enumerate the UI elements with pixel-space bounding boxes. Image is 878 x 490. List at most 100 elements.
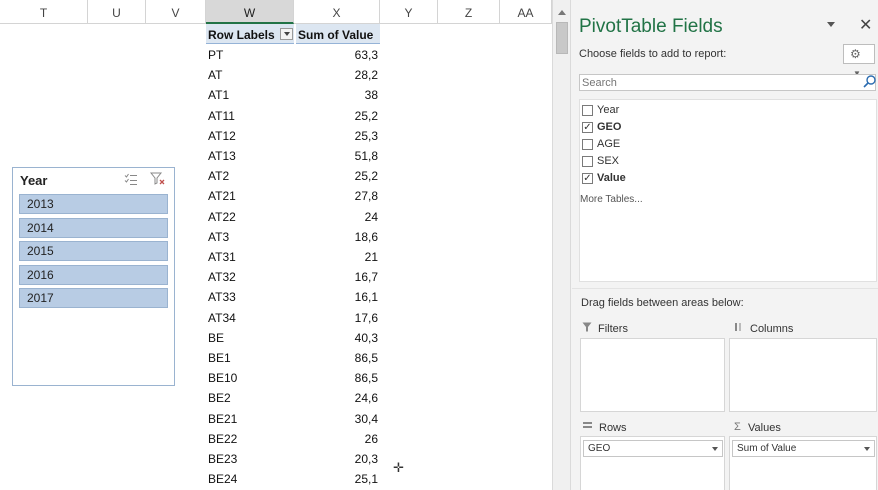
table-row: BE22 26 (0, 428, 552, 448)
row-label-cell[interactable]: AT11 (208, 105, 294, 125)
scroll-up-icon[interactable] (558, 10, 566, 15)
close-icon[interactable]: ✕ (859, 15, 872, 35)
search-input[interactable] (579, 74, 876, 91)
column-header-x[interactable]: X (294, 0, 380, 24)
row-label-cell[interactable]: AT21 (208, 185, 294, 205)
spreadsheet-grid[interactable]: T U V W X Y Z AA Row Labels Sum of Value… (0, 0, 552, 490)
row-label-cell[interactable]: AT31 (208, 246, 294, 266)
filter-icon (582, 322, 592, 335)
sum-value-cell[interactable]: 24 (296, 206, 378, 226)
row-label-cell[interactable]: AT (208, 64, 294, 84)
row-label-cell[interactable]: BE23 (208, 448, 294, 468)
sum-value-cell[interactable]: 38 (296, 84, 378, 104)
columns-drop-area[interactable] (729, 338, 877, 412)
more-tables-link[interactable]: More Tables... (580, 194, 643, 205)
row-label-cell[interactable]: BE21 (208, 408, 294, 428)
sum-value-cell[interactable]: 16,1 (296, 286, 378, 306)
field-checkbox[interactable]: ✓ (582, 122, 593, 133)
sum-value-cell[interactable]: 18,6 (296, 226, 378, 246)
row-label-cell[interactable]: AT33 (208, 286, 294, 306)
row-label-cell[interactable]: AT22 (208, 206, 294, 226)
rows-drop-area[interactable]: GEO (580, 436, 725, 490)
row-label-cell[interactable]: AT13 (208, 145, 294, 165)
field-checkbox[interactable] (582, 156, 593, 167)
row-label-cell[interactable]: AT32 (208, 266, 294, 286)
field-label: Year (597, 104, 620, 116)
year-slicer[interactable]: Year 2013 2014 2015 2016 2017 (12, 167, 175, 386)
sum-value-cell[interactable]: 27,8 (296, 185, 378, 205)
sum-value-cell[interactable]: 28,2 (296, 64, 378, 84)
field-checkbox[interactable]: ✓ (582, 173, 593, 184)
row-label-cell[interactable]: BE2 (208, 387, 294, 407)
slicer-item-2013[interactable]: 2013 (19, 194, 168, 214)
row-label-cell[interactable]: AT3 (208, 226, 294, 246)
sum-value-cell[interactable]: 25,2 (296, 105, 378, 125)
row-label-cell[interactable]: AT34 (208, 307, 294, 327)
field-checkbox[interactable] (582, 139, 593, 150)
sigma-icon: Σ (734, 421, 741, 433)
sum-value-cell[interactable]: 17,6 (296, 307, 378, 327)
slicer-title: Year (20, 173, 48, 188)
chevron-down-icon[interactable] (864, 447, 870, 451)
sum-value-cell[interactable]: 86,5 (296, 367, 378, 387)
pivot-header-row: Row Labels Sum of Value (0, 24, 552, 44)
values-drop-area[interactable]: Sum of Value (729, 436, 877, 490)
column-header-aa[interactable]: AA (500, 0, 552, 24)
row-label-cell[interactable]: AT12 (208, 125, 294, 145)
row-label-cell[interactable]: BE10 (208, 367, 294, 387)
sum-value-cell[interactable]: 26 (296, 428, 378, 448)
search-icon[interactable] (863, 75, 876, 91)
column-header-v[interactable]: V (146, 0, 206, 24)
sum-of-value-header[interactable]: Sum of Value (296, 24, 380, 44)
sum-value-cell[interactable]: 30,4 (296, 408, 378, 428)
clear-filter-icon[interactable] (149, 172, 166, 186)
filters-drop-area[interactable] (580, 338, 725, 412)
row-label-cell[interactable]: BE (208, 327, 294, 347)
slicer-item-2017[interactable]: 2017 (19, 288, 168, 309)
column-header-w[interactable]: W (206, 0, 294, 24)
row-label-cell[interactable]: BE24 (208, 468, 294, 488)
sum-value-cell[interactable]: 25,2 (296, 165, 378, 185)
pane-options-chevron-icon[interactable] (827, 22, 835, 27)
row-label-cell[interactable]: AT1 (208, 84, 294, 104)
cell-cursor-icon: ✛ (393, 460, 404, 475)
table-row: AT13 51,8 (0, 145, 552, 165)
choose-fields-label: Choose fields to add to report: (579, 48, 727, 60)
vertical-scrollbar[interactable] (552, 0, 570, 490)
slicer-item-2015[interactable]: 2015 (19, 241, 168, 262)
column-header-z[interactable]: Z (438, 0, 500, 24)
slicer-item-2014[interactable]: 2014 (19, 217, 168, 238)
table-row: AT 28,2 (0, 64, 552, 84)
column-header-t[interactable]: T (0, 0, 88, 24)
sum-value-cell[interactable]: 51,8 (296, 145, 378, 165)
sum-value-cell[interactable]: 86,5 (296, 347, 378, 367)
table-row: BE2 24,6 (0, 387, 552, 407)
multi-select-icon[interactable] (124, 173, 140, 187)
sum-value-cell[interactable]: 25,1 (296, 468, 378, 488)
values-field-sum[interactable]: Sum of Value (732, 440, 875, 457)
sum-value-cell[interactable]: 40,3 (296, 327, 378, 347)
sum-value-cell[interactable]: 16,7 (296, 266, 378, 286)
drag-fields-label: Drag fields between areas below: (581, 297, 744, 309)
field-checkbox[interactable] (582, 105, 593, 116)
rows-field-geo[interactable]: GEO (583, 440, 723, 457)
column-header-y[interactable]: Y (380, 0, 438, 24)
table-row: BE21 30,4 (0, 408, 552, 428)
row-label-cell[interactable]: PT (208, 44, 294, 64)
sum-value-cell[interactable]: 24,6 (296, 387, 378, 407)
sum-value-cell[interactable]: 20,3 (296, 448, 378, 468)
column-header-u[interactable]: U (88, 0, 146, 24)
chevron-down-icon[interactable] (712, 447, 718, 451)
scrollbar-thumb[interactable] (556, 22, 568, 54)
tools-gear-button[interactable]: ⚙ ▼ (843, 44, 875, 78)
row-label-cell[interactable]: AT2 (208, 165, 294, 185)
pane-divider (572, 288, 878, 289)
row-label-cell[interactable]: BE1 (208, 347, 294, 367)
values-area-label: Values (748, 422, 781, 434)
sum-value-cell[interactable]: 25,3 (296, 125, 378, 145)
slicer-item-2016[interactable]: 2016 (19, 264, 168, 285)
sum-value-cell[interactable]: 63,3 (296, 44, 378, 64)
row-labels-filter-button[interactable] (280, 28, 293, 40)
row-label-cell[interactable]: BE22 (208, 428, 294, 448)
sum-value-cell[interactable]: 21 (296, 246, 378, 266)
